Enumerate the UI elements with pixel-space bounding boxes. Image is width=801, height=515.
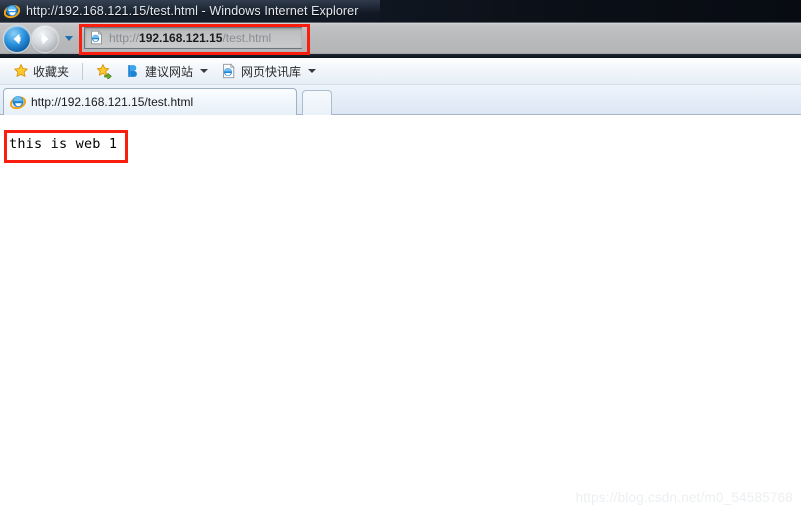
favorites-center-button[interactable]: 收藏夹 [8,61,74,82]
title-bar: http://192.168.121.15/test.html - Window… [0,0,801,22]
browser-window: http://192.168.121.15/test.html - Window… [0,0,801,515]
tab-title: http://192.168.121.15/test.html [31,95,194,109]
url-host: 192.168.121.15 [139,30,223,45]
favorites-item-web-slice-gallery[interactable]: 网页快讯库 [216,61,321,82]
favorites-label: 收藏夹 [33,64,70,79]
add-favorite-icon [96,63,112,79]
favorites-separator [82,62,84,80]
suggested-sites-icon [125,63,141,79]
chevron-down-icon[interactable] [200,69,209,73]
recent-pages-chevron-down-icon[interactable] [65,36,73,41]
back-button[interactable] [4,25,30,52]
chevron-down-icon[interactable] [308,69,317,73]
new-tab-button[interactable] [302,90,332,115]
add-favorite-button[interactable] [91,61,117,81]
navigation-toolbar: http://192.168.121.15/test.html [0,22,801,54]
forward-button[interactable] [32,25,58,52]
internet-explorer-icon [4,3,20,19]
page-content: this is web 1 https://blog.csdn.net/m0_5… [0,116,801,515]
address-url-text: http://192.168.121.15/test.html [109,31,271,45]
internet-explorer-icon [10,94,26,110]
page-body-text: this is web 1 [9,136,118,152]
web-slice-icon [221,63,237,79]
address-bar-container: http://192.168.121.15/test.html [77,23,801,55]
favorites-bar: 收藏夹 建议网站 网页快讯库 [0,58,801,85]
tab-bar: http://192.168.121.15/test.html [0,85,801,115]
window-title: http://192.168.121.15/test.html - Window… [26,4,359,18]
star-icon [13,63,29,79]
favorites-item-label: 建议网站 [145,64,194,79]
url-prefix: http:// [109,30,140,45]
page-icon [89,30,104,45]
watermark-text: https://blog.csdn.net/m0_54585768 [575,490,793,505]
browser-tab[interactable]: http://192.168.121.15/test.html [3,88,297,115]
address-input[interactable]: http://192.168.121.15/test.html [84,26,302,49]
favorites-item-suggested-sites[interactable]: 建议网站 [120,61,213,82]
nav-buttons-group [0,25,77,52]
url-path: /test.html [222,30,272,45]
favorites-item-label: 网页快讯库 [241,64,302,79]
